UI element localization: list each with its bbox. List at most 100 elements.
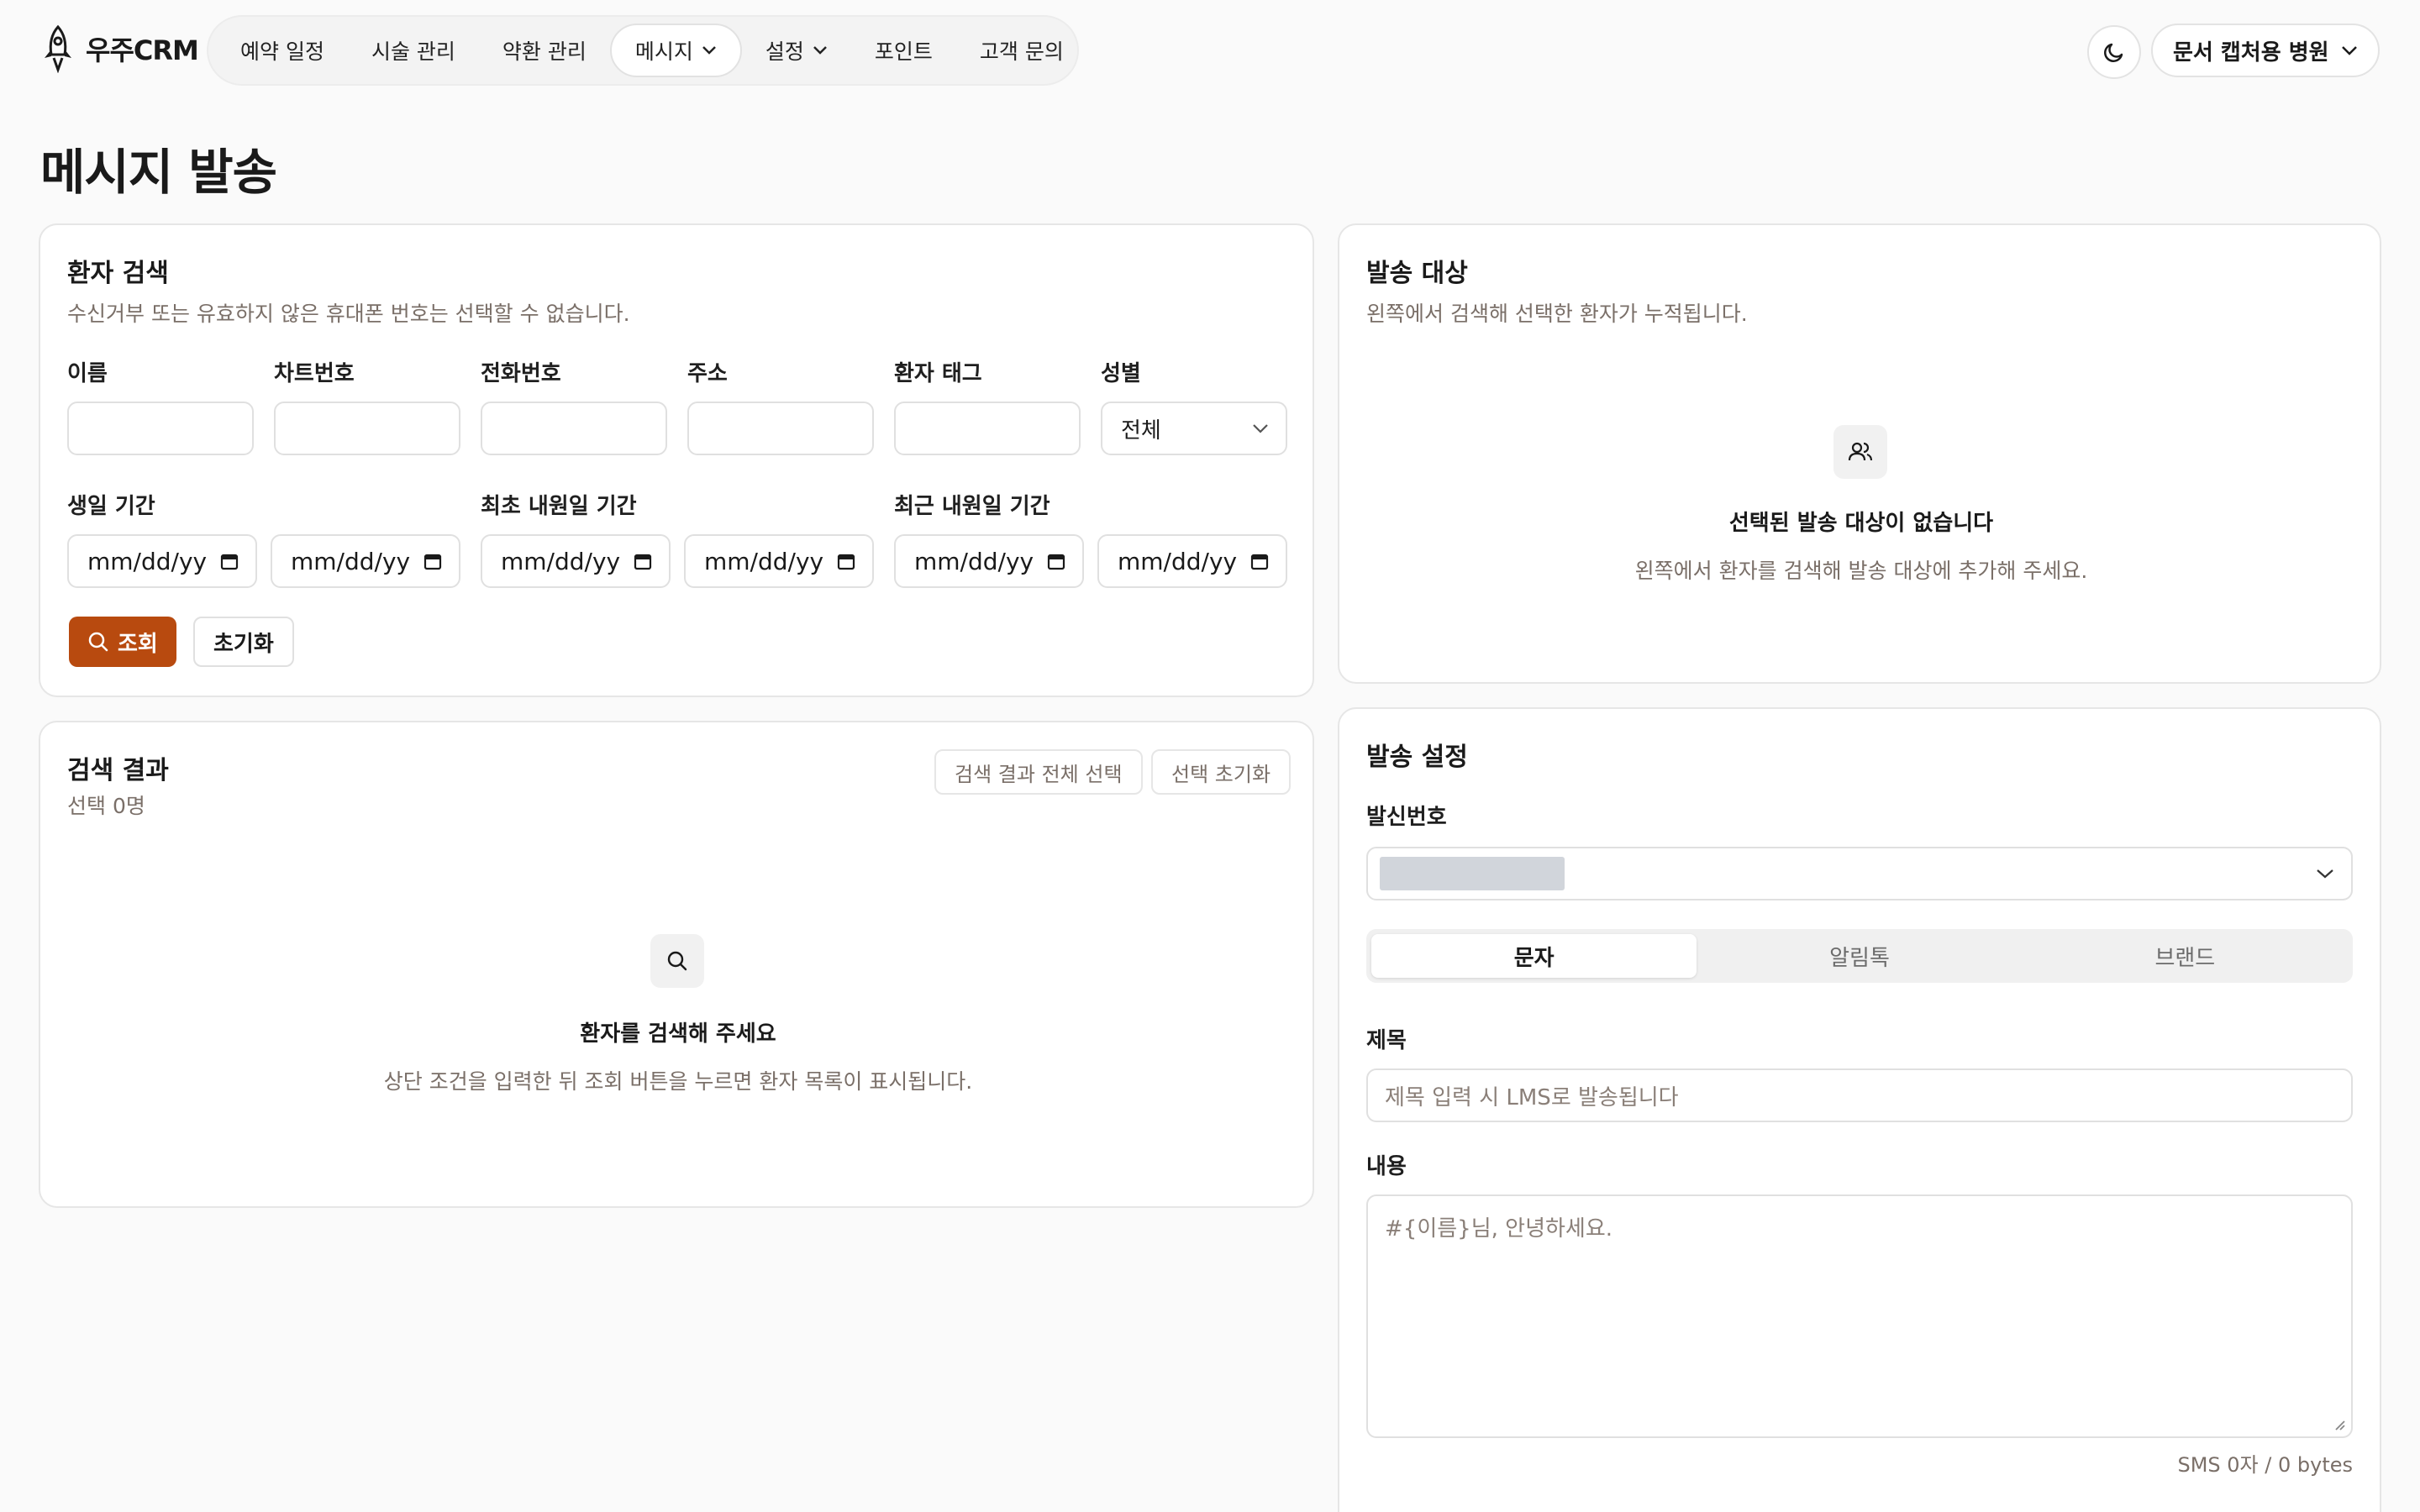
button-label: 선택 초기화 [1171, 762, 1271, 786]
clinic-selector[interactable]: 문서 캡처용 병원 [2151, 24, 2380, 77]
brand-logo[interactable]: 우주CRM [39, 24, 199, 74]
gender-label: 성별 [1101, 361, 1141, 386]
birthday-range-label: 생일 기간 [67, 494, 155, 519]
tab-alimtalk[interactable]: 알림톡 [1697, 934, 2022, 978]
moon-icon [2104, 43, 2123, 62]
chevron-down-icon [2342, 46, 2357, 55]
content-textarea[interactable]: #{이름}님, 안녕하세요. [1366, 1194, 2353, 1438]
empty-state-icon [1833, 425, 1887, 479]
chart-number-label: 차트번호 [274, 361, 355, 386]
message-type-tabs: 문자 알림톡 브랜드 [1366, 929, 2353, 983]
date-placeholder: mm/dd/yy [704, 547, 824, 575]
date-placeholder: mm/dd/yy [1118, 547, 1238, 575]
date-placeholder: mm/dd/yy [87, 547, 208, 575]
chevron-down-icon [702, 46, 716, 55]
patient-tag-label: 환자 태그 [894, 361, 982, 386]
empty-state-icon [650, 934, 704, 988]
nav-label: 고객 문의 [979, 39, 1064, 64]
nav-label: 시술 관리 [371, 39, 455, 64]
nav-label: 포인트 [874, 39, 933, 64]
empty-state-title: 환자를 검색해 주세요 [580, 1021, 776, 1047]
subject-input[interactable]: 제목 입력 시 LMS로 발송됩니다 [1366, 1068, 2353, 1122]
calendar-icon [424, 554, 442, 570]
card-subtitle: 수신거부 또는 유효하지 않은 휴대폰 번호는 선택할 수 없습니다. [67, 302, 630, 326]
card-title: 환자 검색 [67, 259, 169, 288]
first-visit-start-date[interactable]: mm/dd/yy [481, 534, 671, 588]
byte-counter: SMS 0자 / 0 bytes [2177, 1453, 2353, 1477]
nav-item-medications[interactable]: 약환 관리 [479, 24, 610, 77]
nav-label: 설정 [765, 39, 804, 64]
address-label: 주소 [687, 361, 728, 386]
reset-button[interactable]: 초기화 [193, 617, 294, 667]
card-title: 검색 결과 [67, 756, 169, 785]
birthday-start-date[interactable]: mm/dd/yy [67, 534, 257, 588]
theme-toggle-button[interactable] [2087, 25, 2141, 79]
chevron-down-icon [813, 46, 827, 55]
sender-number-redacted [1380, 857, 1565, 890]
nav-item-points[interactable]: 포인트 [851, 24, 956, 77]
phone-label: 전화번호 [481, 361, 561, 386]
empty-state-title: 선택된 발송 대상이 없습니다 [1728, 511, 1994, 536]
clear-selection-button[interactable]: 선택 초기화 [1151, 749, 1292, 795]
tab-sms[interactable]: 문자 [1371, 934, 1697, 978]
nav-label: 메시지 [634, 39, 693, 64]
last-visit-end-date[interactable]: mm/dd/yy [1097, 534, 1287, 588]
sender-number-select[interactable] [1366, 847, 2353, 900]
phone-input[interactable] [481, 402, 667, 455]
last-visit-start-date[interactable]: mm/dd/yy [894, 534, 1084, 588]
name-label: 이름 [67, 361, 108, 386]
card-title: 발송 설정 [1366, 743, 1468, 772]
patient-tag-input[interactable] [894, 402, 1081, 455]
name-input[interactable] [67, 402, 254, 455]
search-results-card: 검색 결과 선택 0명 검색 결과 전체 선택 선택 초기화 환자를 검색해 주… [39, 721, 1314, 1208]
search-icon [667, 951, 687, 971]
date-placeholder: mm/dd/yy [501, 547, 621, 575]
nav-item-settings[interactable]: 설정 [742, 24, 851, 77]
tab-brand[interactable]: 브랜드 [2023, 934, 2348, 978]
search-button-label: 조회 [118, 631, 158, 657]
calendar-icon [634, 554, 652, 570]
rocket-icon [45, 24, 71, 73]
nav-label: 예약 일정 [240, 39, 324, 64]
calendar-icon [837, 554, 855, 570]
date-placeholder: mm/dd/yy [291, 547, 411, 575]
search-button[interactable]: 조회 [69, 617, 176, 667]
users-icon [1848, 442, 1873, 461]
button-label: 검색 결과 전체 선택 [955, 762, 1123, 786]
first-visit-end-date[interactable]: mm/dd/yy [684, 534, 874, 588]
subject-label: 제목 [1366, 1028, 1407, 1053]
search-icon [88, 632, 108, 652]
address-input[interactable] [687, 402, 874, 455]
calendar-icon [1250, 554, 1269, 570]
content-placeholder: #{이름}님, 안녕하세요. [1385, 1216, 1613, 1242]
gender-select[interactable]: 전체 [1101, 402, 1287, 455]
nav-item-procedures[interactable]: 시술 관리 [348, 24, 479, 77]
send-settings-card: 발송 설정 발신번호 문자 알림톡 브랜드 제목 제목 입력 시 LMS로 발송… [1338, 707, 2381, 1512]
resize-handle-icon[interactable] [2333, 1418, 2346, 1431]
last-visit-range-label: 최근 내원일 기간 [894, 494, 1050, 519]
main-nav: 예약 일정 시술 관리 약환 관리 메시지 설정 포인트 고객 문의 [207, 15, 1079, 86]
send-targets-card: 발송 대상 왼쪽에서 검색해 선택한 환자가 누적됩니다. 선택된 발송 대상이… [1338, 223, 2381, 684]
page-title: 메시지 발송 [40, 144, 277, 201]
empty-state-description: 왼쪽에서 환자를 검색해 발송 대상에 추가해 주세요. [1634, 559, 2088, 583]
patient-search-card: 환자 검색 수신거부 또는 유효하지 않은 휴대폰 번호는 선택할 수 없습니다… [39, 223, 1314, 697]
empty-state-description: 상단 조건을 입력한 뒤 조회 버튼을 누르면 환자 목록이 표시됩니다. [383, 1069, 973, 1094]
chevron-down-icon [2317, 869, 2333, 879]
chevron-down-icon [1253, 424, 1268, 433]
birthday-end-date[interactable]: mm/dd/yy [271, 534, 460, 588]
nav-item-messages[interactable]: 메시지 [609, 24, 742, 77]
nav-item-reservations[interactable]: 예약 일정 [217, 24, 348, 77]
subject-placeholder: 제목 입력 시 LMS로 발송됩니다 [1385, 1084, 1679, 1110]
card-subtitle: 왼쪽에서 검색해 선택한 환자가 누적됩니다. [1366, 302, 1748, 326]
first-visit-range-label: 최초 내원일 기간 [481, 494, 637, 519]
nav-item-inquiries[interactable]: 고객 문의 [956, 24, 1087, 77]
calendar-icon [1047, 554, 1065, 570]
nav-label: 약환 관리 [502, 39, 587, 64]
select-all-results-button[interactable]: 검색 결과 전체 선택 [934, 749, 1143, 795]
chart-number-input[interactable] [274, 402, 460, 455]
clinic-name: 문서 캡처용 병원 [2173, 39, 2329, 66]
selected-count: 선택 0명 [67, 794, 145, 818]
date-placeholder: mm/dd/yy [914, 547, 1034, 575]
content-label: 내용 [1366, 1154, 1407, 1179]
card-title: 발송 대상 [1366, 259, 1468, 288]
